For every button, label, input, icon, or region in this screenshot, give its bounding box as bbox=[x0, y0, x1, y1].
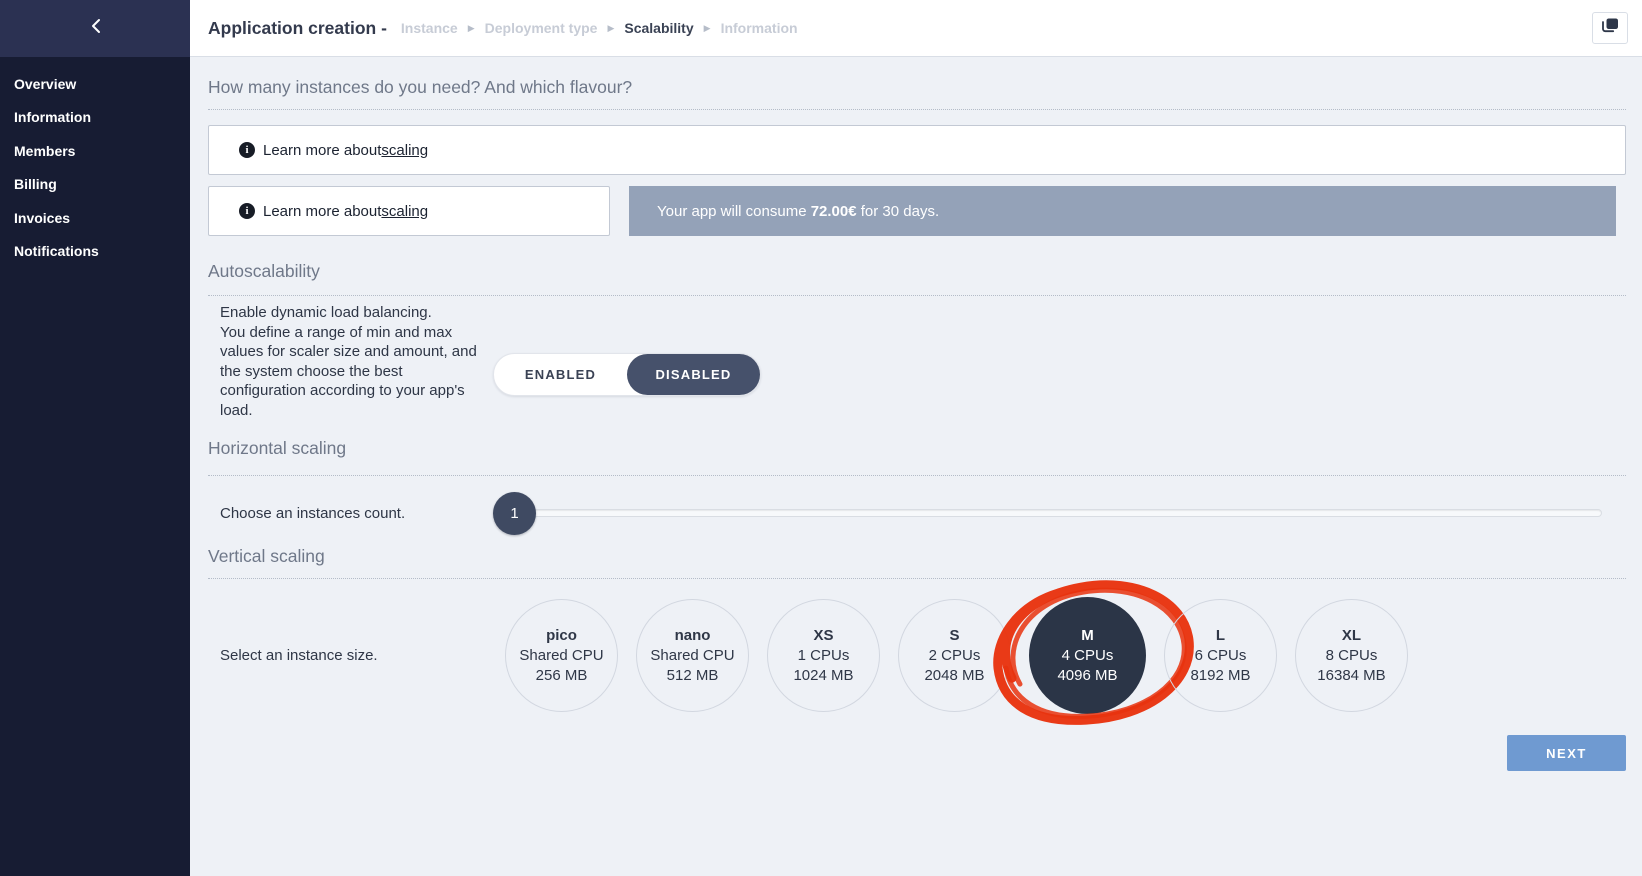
breadcrumb-step-information[interactable]: Information bbox=[721, 20, 798, 36]
size-ram: 16384 MB bbox=[1317, 666, 1385, 686]
toggle-enabled-option[interactable]: ENABLED bbox=[494, 354, 627, 395]
size-ram: 2048 MB bbox=[924, 666, 984, 686]
size-cpu: 6 CPUs bbox=[1195, 646, 1247, 666]
breadcrumb-step-scalability[interactable]: Scalability bbox=[624, 20, 693, 36]
sidebar-item-members[interactable]: Members bbox=[14, 134, 176, 168]
slider-track[interactable] bbox=[495, 509, 1602, 517]
size-cpu: 8 CPUs bbox=[1326, 646, 1378, 666]
chevron-left-icon bbox=[90, 18, 101, 39]
size-cpu: 2 CPUs bbox=[929, 646, 981, 666]
chat-button[interactable] bbox=[1592, 12, 1628, 44]
vertical-scaling-heading: Vertical scaling bbox=[208, 546, 1626, 567]
size-option-nano[interactable]: nano Shared CPU 512 MB bbox=[636, 599, 749, 712]
scaling-link[interactable]: scaling bbox=[381, 142, 428, 159]
scalability-step-content: How many instances do you need? And whic… bbox=[190, 57, 1642, 876]
size-ram: 512 MB bbox=[667, 666, 719, 686]
slider-handle[interactable]: 1 bbox=[493, 492, 536, 535]
autoscalability-heading: Autoscalability bbox=[208, 261, 1626, 282]
breadcrumb-step-deployment-type[interactable]: Deployment type bbox=[485, 20, 598, 36]
size-ram: 8192 MB bbox=[1190, 666, 1250, 686]
size-cpu: Shared CPU bbox=[519, 646, 603, 666]
info-icon: i bbox=[239, 142, 255, 158]
size-option-xs[interactable]: XS 1 CPUs 1024 MB bbox=[767, 599, 880, 712]
breadcrumb-step-instance[interactable]: Instance bbox=[401, 20, 458, 36]
size-cpu: 1 CPUs bbox=[798, 646, 850, 666]
size-name: S bbox=[949, 626, 959, 646]
divider bbox=[208, 475, 1626, 476]
instance-size-label: Select an instance size. bbox=[220, 647, 482, 664]
size-name: nano bbox=[675, 626, 711, 646]
divider bbox=[208, 295, 1626, 296]
info-text: Learn more about bbox=[263, 142, 381, 159]
application-creation-page: Overview Information Members Billing Inv… bbox=[0, 0, 1642, 876]
sidebar-item-information[interactable]: Information bbox=[14, 101, 176, 135]
autoscalability-description-line1: Enable dynamic load balancing. bbox=[220, 303, 482, 323]
size-ram: 4096 MB bbox=[1057, 666, 1117, 686]
autoscalability-toggle: ENABLED DISABLED bbox=[493, 353, 761, 396]
scaling-link[interactable]: scaling bbox=[381, 203, 428, 220]
size-name: XS bbox=[813, 626, 833, 646]
size-option-l[interactable]: L 6 CPUs 8192 MB bbox=[1164, 599, 1277, 712]
size-ram: 256 MB bbox=[536, 666, 588, 686]
breadcrumb-arrow-icon: ▶ bbox=[704, 23, 711, 34]
sidebar-item-invoices[interactable]: Invoices bbox=[14, 201, 176, 235]
breadcrumb-arrow-icon: ▶ bbox=[607, 23, 614, 34]
price-text-suffix: for 30 days. bbox=[857, 203, 940, 220]
chat-icon bbox=[1600, 17, 1620, 40]
size-option-xl[interactable]: XL 8 CPUs 16384 MB bbox=[1295, 599, 1408, 712]
sidebar-item-billing[interactable]: Billing bbox=[14, 168, 176, 202]
price-text-prefix: Your app will consume bbox=[657, 203, 811, 220]
breadcrumb-arrow-icon: ▶ bbox=[468, 23, 475, 34]
sidebar-collapse-button[interactable] bbox=[0, 0, 190, 57]
divider bbox=[208, 109, 1626, 110]
sidebar: Overview Information Members Billing Inv… bbox=[0, 0, 190, 876]
size-cpu: 4 CPUs bbox=[1062, 646, 1114, 666]
size-cpu: Shared CPU bbox=[650, 646, 734, 666]
header: Application creation - Instance ▶ Deploy… bbox=[190, 0, 1642, 57]
scaling-info-banner: i Learn more about scaling bbox=[208, 125, 1626, 175]
size-option-s[interactable]: S 2 CPUs 2048 MB bbox=[898, 599, 1011, 712]
info-icon: i bbox=[239, 203, 255, 219]
horizontal-scaling-heading: Horizontal scaling bbox=[208, 438, 1626, 459]
scaling-info-banner-2: i Learn more about scaling bbox=[208, 186, 610, 236]
size-name: M bbox=[1081, 626, 1094, 646]
flavour-question-heading: How many instances do you need? And whic… bbox=[208, 77, 1626, 98]
sidebar-item-notifications[interactable]: Notifications bbox=[14, 235, 176, 269]
size-option-pico[interactable]: pico Shared CPU 256 MB bbox=[505, 599, 618, 712]
size-ram: 1024 MB bbox=[793, 666, 853, 686]
breadcrumb: Instance ▶ Deployment type ▶ Scalability… bbox=[401, 20, 798, 36]
sidebar-item-overview[interactable]: Overview bbox=[14, 67, 176, 101]
autoscalability-description-line2: You define a range of min and max values… bbox=[220, 323, 482, 421]
page-title: Application creation - bbox=[208, 18, 387, 39]
instances-count-slider[interactable]: 1 bbox=[493, 492, 1626, 535]
instances-count-label: Choose an instances count. bbox=[220, 505, 482, 522]
size-name: pico bbox=[546, 626, 577, 646]
size-name: L bbox=[1216, 626, 1225, 646]
next-button[interactable]: NEXT bbox=[1507, 735, 1626, 771]
price-amount: 72.00€ bbox=[811, 203, 857, 220]
divider bbox=[208, 578, 1626, 579]
toggle-disabled-option[interactable]: DISABLED bbox=[627, 354, 760, 395]
size-option-m-selected[interactable]: M 4 CPUs 4096 MB bbox=[1029, 597, 1146, 714]
info-text: Learn more about bbox=[263, 203, 381, 220]
instance-size-options: pico Shared CPU 256 MB nano Shared CPU 5… bbox=[505, 597, 1408, 714]
price-banner: Your app will consume 72.00€ for 30 days… bbox=[629, 186, 1616, 236]
sidebar-nav: Overview Information Members Billing Inv… bbox=[0, 57, 190, 268]
size-name: XL bbox=[1342, 626, 1361, 646]
autoscalability-description: Enable dynamic load balancing. You defin… bbox=[220, 303, 482, 420]
